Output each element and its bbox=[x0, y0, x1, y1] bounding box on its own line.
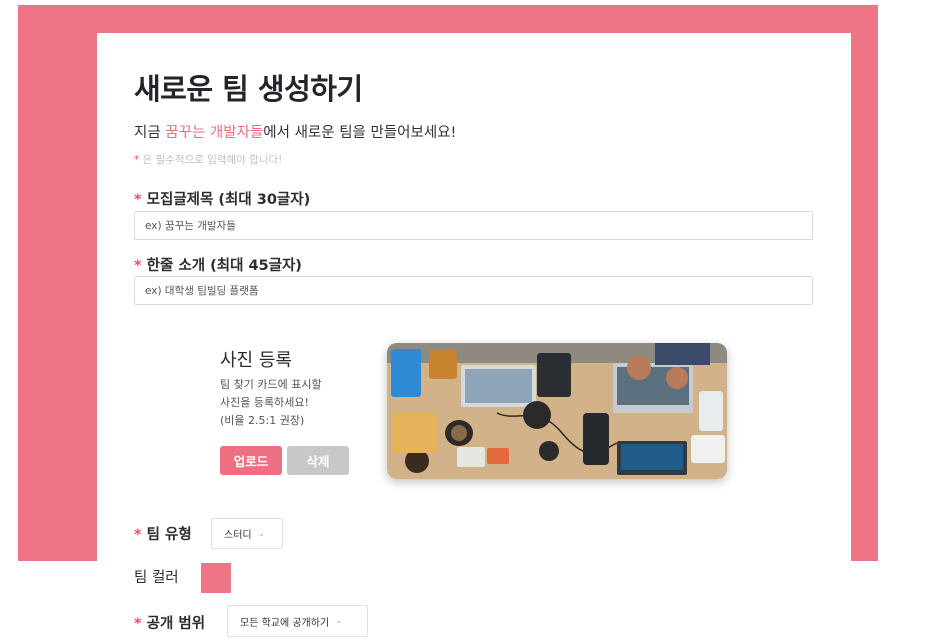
subtitle-post: 에서 새로운 팀을 만들어보세요! bbox=[263, 125, 457, 141]
subtitle-pre: 지금 bbox=[134, 125, 166, 141]
photo-desc-line3: (비율 2.5:1 권장) bbox=[220, 414, 305, 427]
visibility-selected: 모든 학교에 공개하기 bbox=[240, 617, 330, 629]
subtitle-brand-highlight: 꿈꾸는 개발자들 bbox=[165, 125, 264, 141]
team-type-label-text: 팀 유형 bbox=[141, 527, 192, 543]
required-star: * bbox=[134, 258, 142, 274]
page-title: 새로운 팀 생성하기 bbox=[134, 72, 363, 106]
title-field-label-text: 모집글제목 (최대 30글자) bbox=[141, 192, 311, 208]
chevron-down-icon: ⌄ bbox=[335, 616, 343, 626]
delete-button[interactable]: 삭제 bbox=[287, 446, 349, 475]
title-input-placeholder: ex) 꿈꾸는 개발자들 bbox=[145, 220, 236, 232]
intro-field-label: * 한줄 소개 (최대 45글자) bbox=[134, 254, 302, 275]
team-workspace-photo-icon bbox=[387, 343, 727, 479]
page-subtitle: 지금 꿈꾸는 개발자들에서 새로운 팀을 만들어보세요! bbox=[134, 121, 456, 142]
team-type-select[interactable]: 스터디 ⌄ bbox=[211, 518, 283, 549]
photo-description: 팀 찾기 카드에 표시할 사진을 등록하세요! (비율 2.5:1 권장) bbox=[220, 376, 360, 430]
photo-section-title: 사진 등록 bbox=[220, 350, 292, 371]
title-field-label: * 모집글제목 (최대 30글자) bbox=[134, 188, 310, 209]
team-color-swatch[interactable] bbox=[201, 563, 231, 593]
title-input[interactable]: ex) 꿈꾸는 개발자들 bbox=[134, 211, 813, 240]
team-type-selected: 스터디 bbox=[224, 530, 252, 541]
chevron-down-icon: ⌄ bbox=[257, 528, 266, 539]
team-photo-preview bbox=[387, 343, 727, 479]
team-color-label: 팀 컬러 bbox=[134, 570, 179, 586]
intro-field-label-text: 한줄 소개 (최대 45글자) bbox=[141, 258, 302, 274]
intro-input-placeholder: ex) 대학생 팀빌딩 플랫폼 bbox=[145, 285, 259, 297]
required-note-text: 은 필수적으로 입력해야 합니다! bbox=[139, 154, 283, 166]
visibility-label: * 공개 범위 bbox=[134, 612, 205, 633]
photo-desc-line2: 사진을 등록하세요! bbox=[220, 396, 309, 409]
visibility-label-text: 공개 범위 bbox=[141, 616, 206, 632]
intro-input[interactable]: ex) 대학생 팀빌딩 플랫폼 bbox=[134, 276, 813, 305]
photo-desc-line1: 팀 찾기 카드에 표시할 bbox=[220, 378, 322, 391]
upload-button[interactable]: 업로드 bbox=[220, 446, 282, 475]
required-note: * 은 필수적으로 입력해야 합니다! bbox=[134, 152, 282, 167]
team-type-label: * 팀 유형 bbox=[134, 523, 192, 544]
visibility-select[interactable]: 모든 학교에 공개하기 ⌄ bbox=[227, 605, 368, 637]
required-star: * bbox=[134, 527, 142, 543]
required-star: * bbox=[134, 192, 142, 208]
required-star: * bbox=[134, 616, 142, 632]
